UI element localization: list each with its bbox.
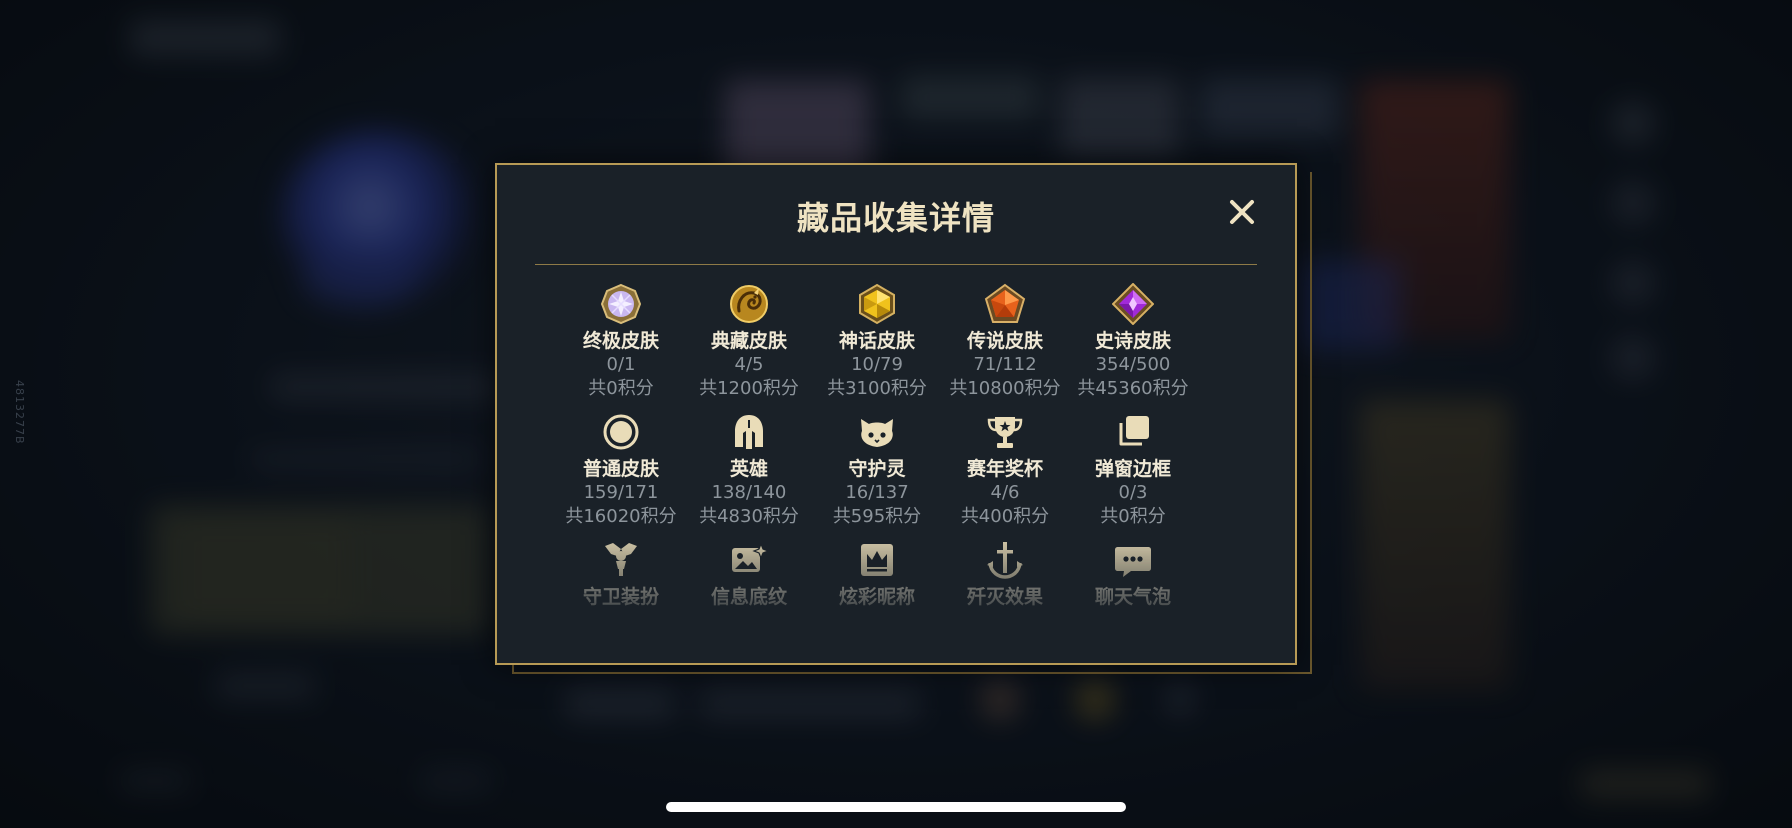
- category-name: 信息底纹: [710, 586, 787, 608]
- ward-totem-icon: [605, 543, 637, 576]
- stacked-frames-icon: [1119, 416, 1149, 446]
- category-count: 138/140: [711, 482, 787, 503]
- close-icon[interactable]: [1227, 197, 1257, 227]
- circle-icon: [603, 414, 639, 450]
- legendary-gem-icon: [984, 283, 1026, 323]
- category-count: 4/5: [734, 354, 764, 375]
- category-count: 16/137: [845, 482, 909, 503]
- category-name: 歼灭效果: [966, 586, 1043, 608]
- category-points: 共0积分: [1100, 506, 1166, 527]
- category-companions[interactable]: 守护灵 16/137 共595积分: [813, 411, 941, 539]
- category-standard[interactable]: 普通皮肤 159/171 共16020积分: [557, 411, 685, 539]
- category-points: 共16020积分: [565, 506, 677, 527]
- category-count: 4/6: [990, 482, 1020, 503]
- category-name: 英雄: [729, 458, 768, 480]
- category-points: 共3100积分: [827, 378, 927, 399]
- category-count: 10/79: [851, 354, 903, 375]
- category-name: 守卫装扮: [582, 586, 659, 608]
- category-prestige[interactable]: 典藏皮肤 4/5 共1200积分: [685, 283, 813, 411]
- category-frames[interactable]: 弹窗边框 0/3 共0积分: [1069, 411, 1197, 539]
- screen: 4813277B 藏品收集详情 终极皮肤 0/1 共0积分 典藏皮肤 4/5 共…: [0, 0, 1792, 828]
- category-count: 0/1: [606, 354, 636, 375]
- dragon-emblem-icon: [730, 285, 768, 323]
- category-bubble[interactable]: 聊天气泡: [1069, 539, 1197, 623]
- trophy-icon: [987, 417, 1023, 448]
- helmet-icon: [735, 415, 763, 449]
- category-ward[interactable]: 守卫装扮: [557, 539, 685, 623]
- category-name: 传说皮肤: [966, 330, 1043, 352]
- category-points: 共45360积分: [1077, 378, 1189, 399]
- category-name: 守护灵: [848, 458, 906, 480]
- category-count: 354/500: [1095, 354, 1171, 375]
- home-indicator[interactable]: [666, 802, 1126, 812]
- category-points: 共0积分: [588, 378, 654, 399]
- category-legendary[interactable]: 传说皮肤 71/112 共10800积分: [941, 283, 1069, 411]
- category-name: 弹窗边框: [1094, 458, 1171, 480]
- companion-face-icon: [861, 419, 893, 447]
- dialog-title: 藏品收集详情: [796, 199, 995, 237]
- chat-bubble-icon: [1115, 547, 1151, 577]
- category-name: 炫彩昵称: [838, 586, 915, 608]
- category-count: 159/171: [583, 482, 659, 503]
- category-epic[interactable]: 史诗皮肤 354/500 共45360积分: [1069, 283, 1197, 411]
- category-champions[interactable]: 英雄 138/140 共4830积分: [685, 411, 813, 539]
- ultimate-gem-icon: [600, 283, 642, 325]
- category-points: 共10800积分: [949, 378, 1061, 399]
- category-ultimate[interactable]: 终极皮肤 0/1 共0积分: [557, 283, 685, 411]
- category-name: 聊天气泡: [1094, 586, 1171, 608]
- side-id-label: 4813277B: [13, 380, 26, 445]
- category-points: 共400积分: [960, 506, 1050, 527]
- category-name: 典藏皮肤: [710, 330, 787, 352]
- category-count: 71/112: [973, 354, 1037, 375]
- category-name: 赛年奖杯: [966, 458, 1043, 480]
- mythic-gem-icon: [859, 283, 895, 325]
- category-mythic[interactable]: 神话皮肤 10/79 共3100积分: [813, 283, 941, 411]
- collection-grid-scroll[interactable]: 终极皮肤 0/1 共0积分 典藏皮肤 4/5 共1200积分 神话皮肤 10/7…: [557, 283, 1197, 623]
- collection-details-dialog: 藏品收集详情 终极皮肤 0/1 共0积分 典藏皮肤 4/5 共1200积分 神话…: [495, 163, 1297, 665]
- category-trophies[interactable]: 赛年奖杯 4/6 共400积分: [941, 411, 1069, 539]
- category-nickname[interactable]: 炫彩昵称: [813, 539, 941, 623]
- category-name: 终极皮肤: [582, 330, 659, 352]
- category-banner[interactable]: 信息底纹: [685, 539, 813, 623]
- category-points: 共1200积分: [699, 378, 799, 399]
- epic-gem-icon: [1112, 283, 1154, 325]
- collection-grid: 终极皮肤 0/1 共0积分 典藏皮肤 4/5 共1200积分 神话皮肤 10/7…: [557, 283, 1197, 623]
- category-name: 神话皮肤: [838, 330, 915, 352]
- category-annihilate[interactable]: 歼灭效果: [941, 539, 1069, 623]
- category-count: 0/3: [1118, 482, 1148, 503]
- title-divider: [535, 264, 1257, 265]
- image-sparkle-icon: [732, 542, 770, 572]
- category-points: 共595积分: [832, 506, 922, 527]
- category-name: 普通皮肤: [582, 458, 659, 480]
- category-points: 共4830积分: [699, 506, 799, 527]
- crown-card-icon: [861, 544, 893, 576]
- category-name: 史诗皮肤: [1094, 330, 1171, 352]
- anchor-sword-icon: [987, 542, 1023, 579]
